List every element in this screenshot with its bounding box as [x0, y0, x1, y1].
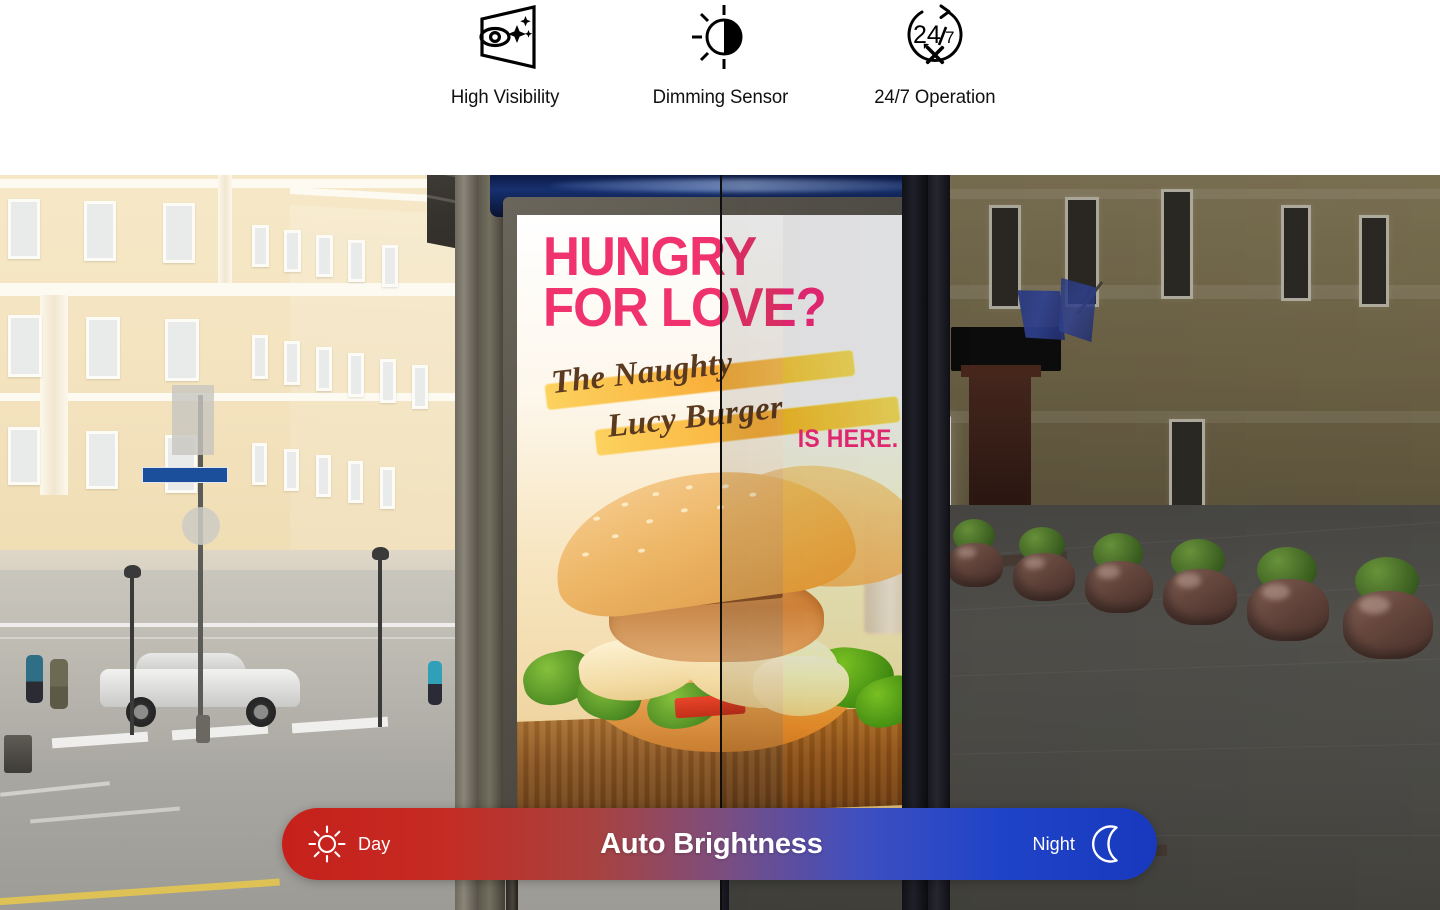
poster-headline: HUNGRY FOR LOVE? — [543, 231, 878, 333]
day-night-split-line — [720, 175, 722, 910]
pedestrian — [50, 659, 68, 709]
24-7-cycle-tools-icon: 24 7 — [898, 4, 972, 70]
feature-dimming-sensor: Dimming Sensor — [613, 4, 828, 109]
night-side-group: Night — [1032, 824, 1127, 864]
svg-text:7: 7 — [945, 28, 954, 47]
night-label: Night — [1032, 834, 1075, 855]
pedestrian — [428, 661, 442, 705]
feature-high-visibility: High Visibility — [398, 4, 613, 109]
feature-247-operation: 24 7 24/7 Operation — [828, 4, 1043, 109]
sun-icon — [308, 825, 346, 863]
moon-icon — [1089, 824, 1127, 864]
auto-brightness-title: Auto Brightness — [600, 828, 823, 860]
auto-brightness-bar[interactable]: Day Auto Brightness Night — [282, 808, 1157, 880]
day-label: Day — [358, 834, 390, 855]
product-feature-screenshot: High Visibility Dimming Sensor — [0, 0, 1440, 910]
pedestrian — [26, 655, 43, 703]
billboard-photo: HUNGRY FOR LOVE? The Naughty Lucy Burger… — [0, 175, 1440, 910]
feature-bar: High Visibility Dimming Sensor — [0, 0, 1440, 175]
brightness-title-wrap: Auto Brightness — [390, 828, 1032, 861]
poster-tagline: IS HERE. — [797, 425, 898, 454]
half-sun-brightness-icon — [684, 4, 756, 70]
feature-label: 24/7 Operation — [874, 86, 995, 109]
eye-sparkle-display-icon — [462, 4, 548, 70]
day-side-group: Day — [308, 825, 390, 863]
feature-label: Dimming Sensor — [652, 86, 788, 109]
feature-label: High Visibility — [451, 86, 559, 109]
